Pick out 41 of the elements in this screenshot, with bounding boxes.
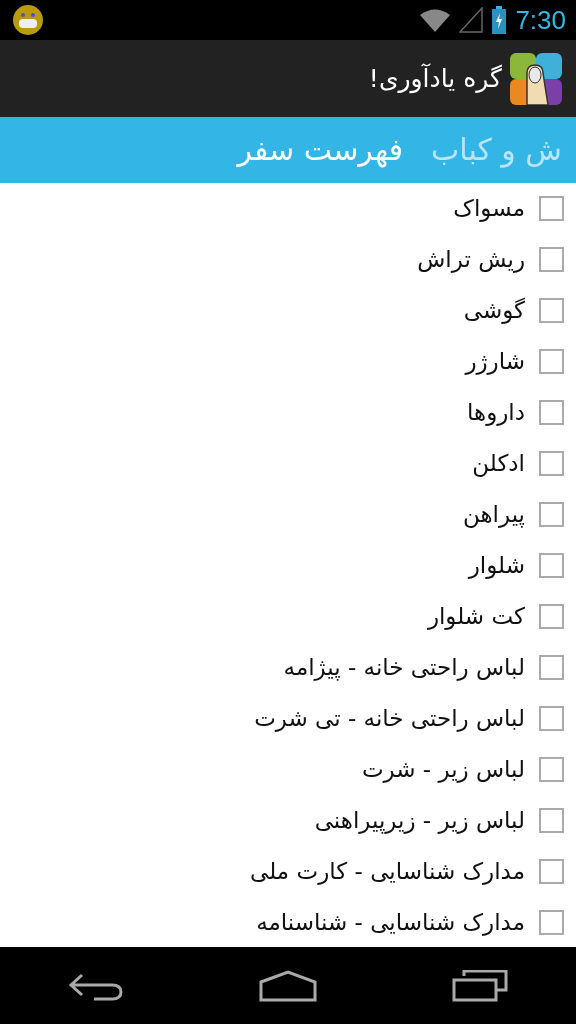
checkbox[interactable] [539,298,564,323]
checkbox[interactable] [539,349,564,374]
tab[interactable]: ش و کباب [417,132,576,168]
checkbox[interactable] [539,553,564,578]
item-label: داروها [467,398,525,428]
smiley-icon [12,4,44,36]
item-label: گوشی [463,296,525,326]
item-label: مسواک [453,194,525,224]
item-label: شارژر [465,347,525,377]
checkbox[interactable] [539,757,564,782]
wifi-icon [419,7,452,33]
item-label: شلوار [468,551,525,581]
checkbox[interactable] [539,859,564,884]
checkbox[interactable] [539,706,564,731]
checkbox[interactable] [539,451,564,476]
tab[interactable]: فهرست سفر [223,132,418,168]
item-label: ریش تراش [417,245,525,275]
item-label: لباس راحتی خانه - تی شرت [254,704,525,734]
item-label: لباس زیر - شرت [361,755,525,785]
recent-apps-icon[interactable] [452,969,509,1002]
battery-icon [491,6,508,34]
item-label: کت شلوار [427,602,525,632]
signal-icon [459,7,484,33]
item-label: مدارک شناسایی - شناسنامه [256,908,525,938]
item-label: لباس راحتی خانه - پیژامه [283,653,525,683]
home-icon[interactable] [259,969,317,1002]
checkbox[interactable] [539,196,564,221]
clock: 7:30 [515,7,566,33]
checkbox[interactable] [539,502,564,527]
checkbox[interactable] [539,604,564,629]
app-title: گره یادآوری! [368,62,502,96]
item-label: لباس زیر - زیرپیراهنی [314,806,525,836]
checkbox[interactable] [539,910,564,935]
item-label: ادکلن [472,449,525,479]
item-label: مدارک شناسایی - کارت ملی [250,857,525,887]
item-label: پیراهن [462,500,525,530]
checkbox[interactable] [539,400,564,425]
finger-app-icon [510,52,562,105]
checkbox[interactable] [539,655,564,680]
checkbox[interactable] [539,808,564,833]
checkbox[interactable] [539,247,564,272]
